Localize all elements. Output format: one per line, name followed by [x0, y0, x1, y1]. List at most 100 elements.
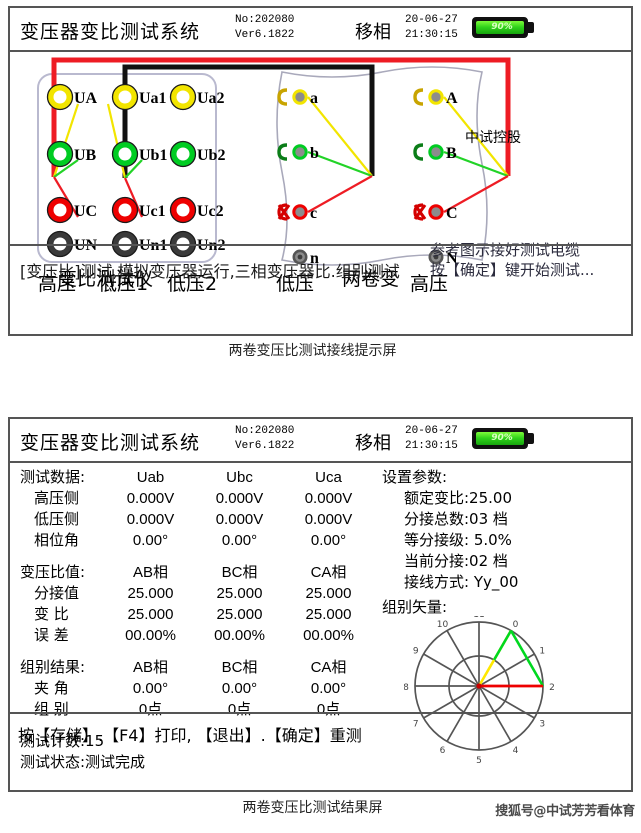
cell-value: 0.000V: [215, 511, 264, 528]
wiring-status-bar: [变压比]测试,模拟变压器运行,三相变压器比.组别测试: [10, 244, 631, 296]
time-text: 21:30:15: [405, 29, 458, 41]
bushing-A[interactable]: [413, 88, 444, 106]
socket-label-UA: UA: [74, 90, 98, 107]
phasor-green-short: [492, 629, 513, 661]
app-title: 变压器变比测试系统: [20, 21, 201, 43]
test-status-line: 测试状态:测试完成: [20, 753, 146, 771]
clock-hour-label: 2: [549, 683, 555, 693]
bushing-a[interactable]: [277, 88, 308, 106]
bushing-label-a: a: [310, 90, 318, 107]
cell-value: 25.000: [305, 585, 352, 602]
socket-Ub2[interactable]: [169, 140, 197, 168]
result-screen: 变压器变比测试系统 No:202080 Ver6.1822 移相 20-06-2…: [8, 417, 633, 792]
bushing-c[interactable]: [277, 203, 308, 221]
settings-item-label: 额定变比:25.00: [404, 489, 512, 507]
ratio-col-1: BC相: [221, 564, 258, 581]
clock-hour-label: 8: [404, 683, 409, 693]
cell-value: 0.00°: [132, 680, 169, 697]
battery-indicator-2: 90%: [472, 428, 536, 449]
socket-Ua2[interactable]: [169, 83, 197, 111]
group-col-1: BC相: [221, 659, 258, 676]
bushing-B[interactable]: [413, 143, 444, 161]
cell-value: 0.000V: [215, 490, 264, 507]
cell-value: 25.000: [216, 606, 263, 623]
battery-percent-label: 90%: [491, 22, 513, 32]
socket-Uc1[interactable]: [111, 196, 139, 224]
cell-value: 0.00°: [132, 532, 169, 549]
socket-label-UB: UB: [74, 147, 97, 164]
clock-hour-label: 1: [539, 647, 545, 657]
cell-value: 25.000: [305, 606, 352, 623]
settings-title: 设置参数:: [382, 468, 448, 486]
bushing-C[interactable]: [413, 203, 444, 221]
cell-value: 0.000V: [126, 490, 175, 507]
cell-value: 0.000V: [126, 511, 175, 528]
socket-Ua1[interactable]: [111, 83, 139, 111]
footer-key-hints: 按【存储】.【F4】打印, 【退出】.【确定】重测: [18, 726, 362, 745]
socket-Ub1[interactable]: [111, 140, 139, 168]
cell-value: 0.00°: [221, 680, 258, 697]
titlebar-result: 变压器变比测试系统 No:202080 Ver6.1822 移相 20-06-2…: [10, 419, 631, 463]
clock-origin-dot: [476, 683, 482, 689]
cell-value: 0.00°: [221, 532, 258, 549]
bushing-label-A: A: [446, 90, 458, 107]
table-row: 高压侧 0.000V 0.000V 0.000V: [20, 488, 375, 509]
clock-hour-label: 9: [413, 647, 419, 657]
vector-title: 组别矢量:: [382, 598, 448, 616]
table-row: 夹 角 0.00° 0.00° 0.00°: [20, 678, 375, 699]
serial-no-2: No:202080: [235, 425, 295, 437]
socket-label-Ub1: Ub1: [139, 147, 167, 164]
table-row: 变 比 25.000 25.000 25.000: [20, 604, 375, 625]
test-data-table: 测试数据: Uab Ubc Uca 高压侧 0.000V 0.000V 0.000V 低压侧…: [20, 467, 375, 551]
settings-item[interactable]: 额定变比:25.00: [382, 488, 627, 509]
wiring-status-text: [变压比]测试,模拟变压器运行,三相变压器比.组别测试: [20, 262, 400, 281]
titlebar-wiring: 变压器变比测试系统 No:202080 Ver6.1822 移相 20-06-2…: [10, 8, 631, 52]
battery-tip: [527, 22, 534, 33]
socket-UB[interactable]: [46, 140, 74, 168]
row-label: 夹 角: [34, 679, 69, 697]
test-data-header-row: 测试数据: Uab Ubc Uca: [20, 467, 375, 488]
ratio-col-0: AB相: [132, 564, 168, 581]
cell-value: 0.000V: [304, 511, 353, 528]
socket-UA[interactable]: [46, 83, 74, 111]
cell-value: 0.000V: [304, 490, 353, 507]
cell-value: 0.00°: [310, 680, 347, 697]
ratio-title: 变压比值:: [20, 563, 86, 581]
socket-Uc2[interactable]: [169, 196, 197, 224]
cell-value: 25.000: [216, 585, 263, 602]
bushing-b[interactable]: [277, 143, 308, 161]
clock-hour-label: 11: [473, 616, 484, 620]
settings-item[interactable]: 等分接级: 5.0%: [382, 530, 627, 551]
socket-label-Ua1: Ua1: [139, 90, 167, 107]
test-data-col-0: Uab: [136, 469, 165, 486]
battery-indicator: 90%: [472, 17, 536, 38]
clock-hour-label: 10: [437, 620, 449, 630]
bushing-label-c: c: [310, 205, 317, 222]
settings-item-label: 接线方式: Yy_00: [404, 573, 519, 591]
table-row: 误 差 00.00% 00.00% 00.00%: [20, 625, 375, 646]
socket-UC[interactable]: [46, 196, 74, 224]
clock-hour-label: 5: [476, 756, 482, 766]
row-label: 变 比: [34, 605, 69, 623]
settings-item-label: 当前分接:02 档: [404, 552, 508, 570]
result-body: 测试数据: Uab Ubc Uca 高压侧 0.000V 0.000V 0.000V 低压侧…: [10, 463, 631, 771]
ratio-header-row: 变压比值: AB相 BC相 CA相: [20, 562, 375, 583]
settings-item[interactable]: 接线方式: Yy_00: [382, 572, 627, 593]
ratio-table: 变压比值: AB相 BC相 CA相 分接值 25.000 25.000 25.000 变 比…: [20, 562, 375, 646]
settings-item[interactable]: 分接总数:03 档: [382, 509, 627, 530]
result-footer-bar: 按【存储】.【F4】打印, 【退出】.【确定】重测: [10, 712, 631, 750]
settings-item[interactable]: 当前分接:02 档: [382, 551, 627, 572]
test-data-col-2: Uca: [315, 469, 342, 486]
lead-xfmr-c-red: [307, 175, 373, 213]
ratio-col-2: CA相: [310, 564, 347, 581]
bushing-label-B: B: [446, 145, 457, 162]
datetime-block: 20-06-27 21:30:15: [405, 13, 458, 43]
caption-wiring-screen: 两卷变压比测试接线提示屏: [228, 343, 397, 359]
socket-label-Uc1: Uc1: [139, 203, 166, 220]
battery-body: 90%: [472, 17, 528, 38]
group-table: 组别结果: AB相 BC相 CA相 夹 角 0.00° 0.00° 0.00° 组 别 0点 0…: [20, 657, 375, 720]
row-label: 误 差: [34, 626, 69, 644]
socket-label-Ub2: Ub2: [197, 147, 225, 164]
watermark-text: 搜狐号@中试芳芳看体育: [495, 804, 635, 819]
